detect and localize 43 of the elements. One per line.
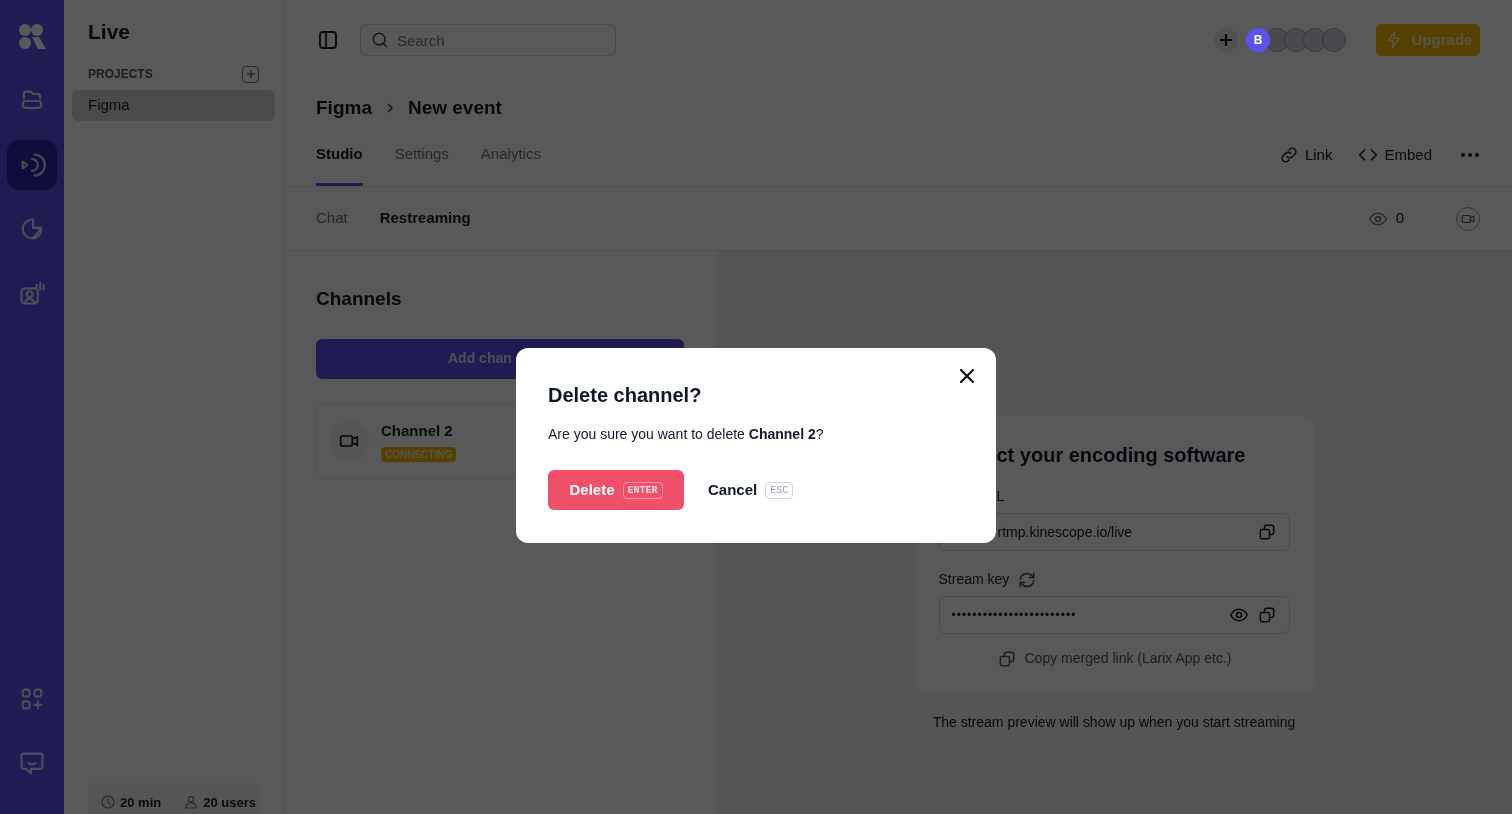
avatar[interactable] xyxy=(1303,28,1327,52)
breadcrumb-item[interactable]: Figma xyxy=(316,93,372,123)
clock-icon xyxy=(100,794,116,811)
breadcrumb-item: New event xyxy=(407,95,502,120)
search-icon xyxy=(370,30,390,50)
shortcut-hint: ESC xyxy=(765,481,794,499)
plus-icon xyxy=(1218,32,1234,48)
person-chart-icon xyxy=(18,279,46,307)
channel-name: Channel 2 xyxy=(381,421,454,442)
field-label: Stream key xyxy=(938,570,1010,589)
tab[interactable]: Studio xyxy=(316,142,363,186)
plus-icon xyxy=(244,68,257,80)
embed-button[interactable]: Embed xyxy=(1358,143,1432,166)
field-label: L xyxy=(996,487,1006,506)
eye-icon xyxy=(1228,605,1249,625)
link-button[interactable]: Link xyxy=(1278,143,1333,166)
project-item[interactable]: Figma xyxy=(72,90,275,121)
sidebar-toggle-icon[interactable] xyxy=(316,28,340,52)
avatar[interactable] xyxy=(1284,28,1308,52)
viewer-count: 0 xyxy=(1395,208,1404,229)
stream-key-field[interactable]: •••••••••••••••••••••••• xyxy=(938,596,1290,634)
camera-icon xyxy=(329,421,369,461)
user-icon xyxy=(183,794,200,811)
copy-merged-link-button[interactable]: Copy merged link (Larix App etc.) xyxy=(996,648,1232,669)
nav-item[interactable] xyxy=(7,140,57,190)
cancel-button[interactable]: Cancel ESC xyxy=(708,470,794,510)
add-project-button[interactable] xyxy=(242,65,259,83)
invite-button[interactable] xyxy=(1214,28,1238,52)
shortcut-hint: ENTER xyxy=(622,481,663,499)
panel-title: Channels xyxy=(316,287,403,311)
status-badge: CONNECTING xyxy=(381,446,457,462)
usage-stat: 20 users xyxy=(203,793,256,812)
close-icon[interactable] xyxy=(959,368,975,384)
section-title: Live xyxy=(87,20,132,44)
subtab[interactable]: Restreaming xyxy=(379,207,471,230)
card-title: ct your encoding software xyxy=(996,443,1247,468)
preview-note: The stream preview will show up when you start streaming xyxy=(932,713,1296,732)
delete-button[interactable]: Delete ENTER xyxy=(548,470,684,510)
avatar[interactable]: B xyxy=(1246,28,1270,52)
section-label: PROJECTS xyxy=(88,66,153,83)
usage-stat: 20 min xyxy=(120,793,162,812)
avatar[interactable] xyxy=(1322,28,1346,52)
link-icon xyxy=(1278,144,1299,165)
